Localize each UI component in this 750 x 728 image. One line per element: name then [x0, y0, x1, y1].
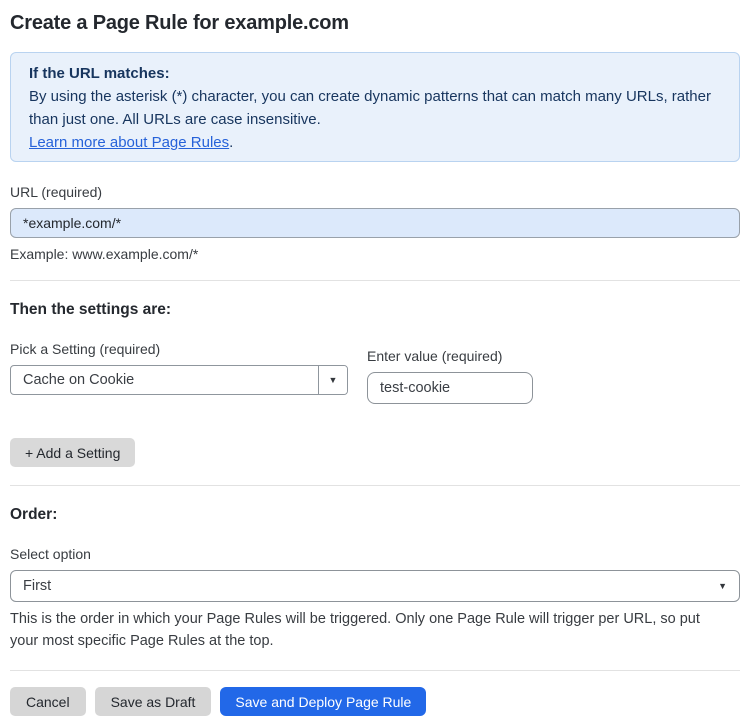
setting-value-input[interactable]: [367, 372, 533, 404]
chevron-down-icon[interactable]: ▼: [318, 366, 347, 394]
page-title: Create a Page Rule for example.com: [10, 12, 349, 34]
divider: [10, 670, 740, 671]
order-select[interactable]: First ▼: [10, 570, 740, 602]
info-box-heading: If the URL matches:: [29, 65, 170, 82]
learn-more-link[interactable]: Learn more about Page Rules: [29, 134, 229, 151]
value-column: Enter value (required): [367, 348, 533, 404]
settings-row: Pick a Setting (required) Cache on Cooki…: [10, 341, 740, 404]
save-and-deploy-button[interactable]: Save and Deploy Page Rule: [220, 687, 427, 716]
setting-select-value: Cache on Cookie: [23, 372, 135, 388]
divider: [10, 485, 740, 486]
info-box-link-row: Learn more about Page Rules.: [29, 131, 721, 154]
link-suffix: .: [229, 134, 234, 151]
setting-column: Pick a Setting (required) Cache on Cooki…: [10, 341, 348, 404]
order-select-value: First: [23, 578, 52, 594]
add-setting-button[interactable]: + Add a Setting: [10, 438, 136, 467]
order-select-label: Select option: [10, 546, 91, 562]
order-heading: Order:: [10, 506, 58, 523]
setting-label: Pick a Setting (required): [10, 341, 161, 357]
cancel-button[interactable]: Cancel: [10, 687, 86, 716]
url-matches-info-box: If the URL matches: By using the asteris…: [10, 52, 740, 162]
info-box-body: By using the asterisk (*) character, you…: [29, 88, 711, 128]
url-label: URL (required): [10, 184, 103, 200]
divider: [10, 280, 740, 281]
setting-select[interactable]: Cache on Cookie ▼: [10, 365, 348, 395]
save-as-draft-button[interactable]: Save as Draft: [94, 687, 212, 716]
value-label: Enter value (required): [367, 348, 503, 364]
order-help-text: This is the order in which your Page Rul…: [10, 611, 700, 649]
footer-actions: Cancel Save as Draft Save and Deploy Pag…: [10, 687, 740, 716]
settings-heading: Then the settings are:: [10, 301, 172, 318]
url-example-text: Example: www.example.com/*: [10, 246, 199, 262]
url-input[interactable]: [10, 208, 740, 238]
chevron-down-icon: ▼: [718, 581, 727, 591]
